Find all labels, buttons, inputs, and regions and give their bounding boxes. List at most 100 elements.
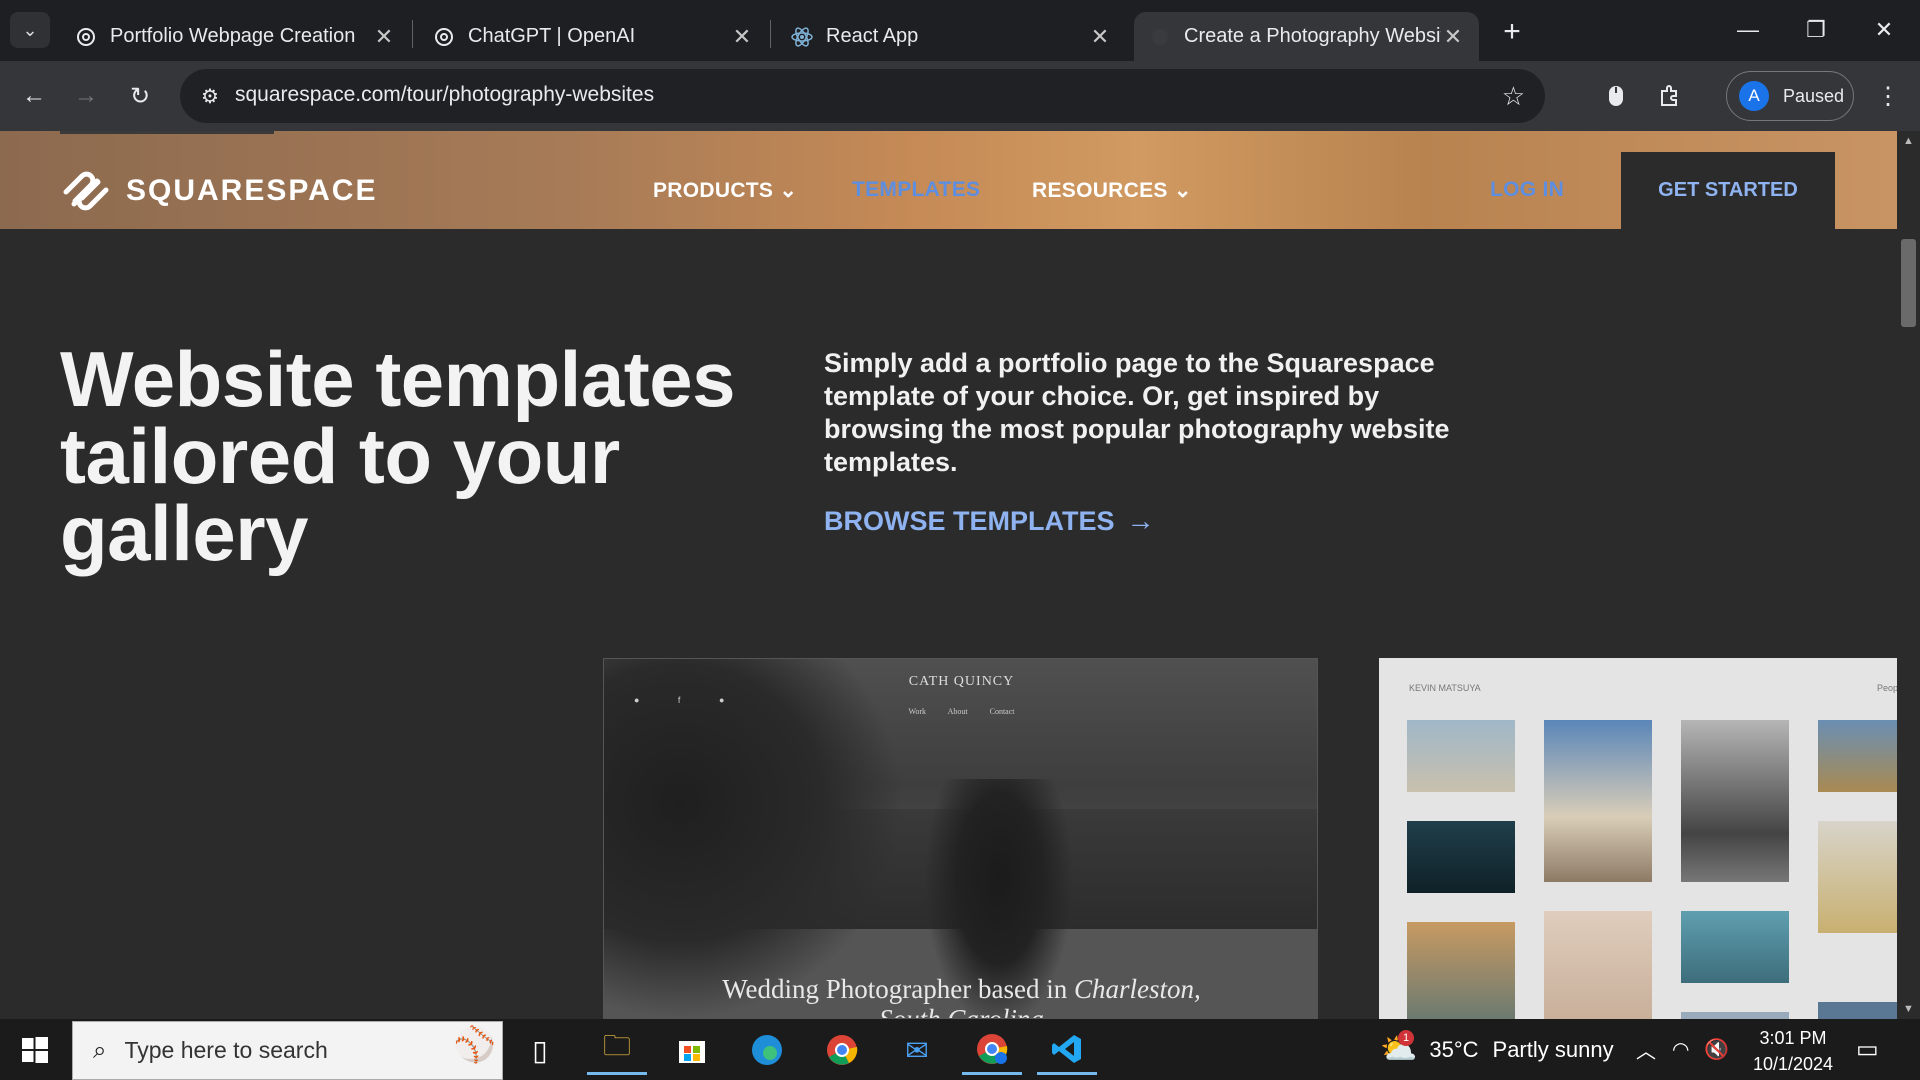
address-bar[interactable]: ⚙ squarespace.com/tour/photography-websi… xyxy=(180,69,1545,123)
restore-button[interactable]: ❐ xyxy=(1782,0,1850,60)
reload-button[interactable]: ↻ xyxy=(120,76,160,116)
template-menu: Peopl xyxy=(1877,683,1897,693)
chevron-down-icon: ⌄ xyxy=(1173,179,1192,202)
caption-line2: South Carolina xyxy=(879,1004,1044,1019)
gallery-photo xyxy=(1407,922,1515,1019)
tab-title: Create a Photography Website xyxy=(1184,25,1441,47)
browse-templates-link[interactable]: BROWSE TEMPLATES → xyxy=(824,505,1155,537)
tab-chatgpt[interactable]: ChatGPT | OpenAI ✕ xyxy=(418,12,768,61)
windows-logo-icon xyxy=(22,1036,48,1063)
logo-wordmark: SQUARESPACE xyxy=(126,174,378,207)
search-icon: ⌕ xyxy=(93,1036,107,1064)
gallery-photo xyxy=(1544,720,1652,882)
minimize-icon: — xyxy=(1737,17,1759,42)
tab-separator xyxy=(412,20,413,48)
gallery-photo xyxy=(1407,821,1515,893)
close-icon[interactable]: ✕ xyxy=(730,24,754,50)
tab-search-button[interactable]: ⌄ xyxy=(10,12,50,48)
forward-button[interactable]: → xyxy=(66,76,106,116)
tab-photography-website[interactable]: Create a Photography Website ✕ xyxy=(1134,12,1479,61)
reload-icon: ↻ xyxy=(129,82,151,110)
close-icon[interactable]: ✕ xyxy=(1441,24,1465,50)
tab-portfolio-webpage[interactable]: Portfolio Webpage Creation ✕ xyxy=(60,12,410,61)
nav-products[interactable]: PRODUCTS ⌄ xyxy=(653,178,797,203)
openai-icon xyxy=(74,25,98,49)
search-placeholder: Type here to search xyxy=(124,1037,328,1063)
scroll-up-icon[interactable]: ▲ xyxy=(1897,135,1920,147)
gallery-photo xyxy=(1681,1012,1789,1019)
taskbar-search[interactable]: ⌕ Type here to search ⚾ xyxy=(72,1021,503,1080)
tab-react-app[interactable]: React App ✕ xyxy=(776,12,1126,61)
start-button[interactable] xyxy=(0,1019,70,1080)
wifi-icon[interactable]: ◠ xyxy=(1672,1019,1689,1080)
back-button[interactable]: ← xyxy=(14,76,54,116)
scrollbar-thumb[interactable] xyxy=(1901,239,1916,327)
new-tab-button[interactable]: + xyxy=(1494,14,1530,50)
template-caption: Wedding Photographer based in Charleston… xyxy=(604,974,1317,1019)
close-icon: ✕ xyxy=(1874,17,1894,42)
mail-icon[interactable]: ✉ xyxy=(887,1025,947,1075)
login-link[interactable]: LOG IN xyxy=(1490,178,1564,202)
nav-templates[interactable]: TEMPLATES xyxy=(852,178,980,202)
gallery-photo xyxy=(1407,720,1515,792)
avatar: A xyxy=(1739,81,1769,111)
close-icon[interactable]: ✕ xyxy=(1088,24,1112,50)
template-menu: Work About Contact xyxy=(908,707,1015,716)
gallery-photo xyxy=(1544,911,1652,1019)
gallery-photo xyxy=(1681,911,1789,983)
vscode-icon[interactable] xyxy=(1037,1025,1097,1075)
bookmark-star-icon[interactable]: ☆ xyxy=(1502,81,1525,112)
tab-title: React App xyxy=(826,25,919,47)
page-scrollbar[interactable]: ▲ ▼ xyxy=(1897,131,1920,1019)
arrow-right-icon: → xyxy=(1126,505,1155,536)
template-brand: KEVIN MATSUYA xyxy=(1409,683,1481,693)
baseball-highlight-icon: ⚾ xyxy=(453,1026,496,1064)
close-window-button[interactable]: ✕ xyxy=(1850,0,1918,60)
chrome-icon[interactable] xyxy=(812,1025,872,1075)
tab-separator xyxy=(770,20,771,48)
tab-title: ChatGPT | OpenAI xyxy=(468,25,636,47)
scroll-down-icon[interactable]: ▼ xyxy=(1897,1003,1920,1015)
arrow-right-icon: → xyxy=(74,82,98,109)
system-clock[interactable]: 3:01 PM 10/1/2024 xyxy=(1738,1025,1848,1077)
squarespace-logo[interactable]: SQUARESPACE xyxy=(60,168,377,214)
hero-heading: Website templates tailored to your galle… xyxy=(60,335,735,577)
weather-sun-cloud-icon: ⛅ 1 xyxy=(1380,1030,1418,1066)
nav-resources-label: RESOURCES xyxy=(1032,179,1168,202)
minimize-button[interactable]: — xyxy=(1714,0,1782,60)
menu-kebab-icon[interactable]: ⋮ xyxy=(1868,76,1908,116)
task-view-icon[interactable]: ▯ xyxy=(510,1025,570,1075)
gallery-photo xyxy=(1681,720,1789,882)
social-icons: ● f ● xyxy=(634,695,743,705)
edge-icon[interactable] xyxy=(737,1025,797,1075)
get-started-button[interactable]: GET STARTED xyxy=(1621,152,1835,229)
close-icon[interactable]: ✕ xyxy=(372,24,396,50)
gallery-photo xyxy=(1818,821,1897,933)
microsoft-store-icon[interactable] xyxy=(662,1025,722,1075)
extensions-puzzle-icon[interactable] xyxy=(1650,76,1690,116)
profile-button[interactable]: A Paused xyxy=(1726,71,1854,121)
file-explorer-icon[interactable]: 🗀 xyxy=(587,1025,647,1075)
nav-products-label: PRODUCTS xyxy=(653,179,774,202)
gallery-photo xyxy=(1818,720,1897,792)
template-preview-kevin-matsuya[interactable]: KEVIN MATSUYA Peopl xyxy=(1379,658,1897,1019)
volume-muted-icon[interactable]: 🔇 xyxy=(1704,1019,1729,1080)
browse-templates-label: BROWSE TEMPLATES xyxy=(824,505,1115,536)
squarespace-logo-icon xyxy=(63,171,109,211)
caption-city: Charleston, xyxy=(1074,974,1201,1004)
template-preview-cath-quincy[interactable]: ● f ● CATH QUINCY Work About Contact Wed… xyxy=(603,658,1318,1019)
restore-icon: ❐ xyxy=(1806,17,1826,42)
tray-chevron-up-icon[interactable]: ︿ xyxy=(1636,1019,1656,1080)
chevron-down-icon: ⌄ xyxy=(22,19,38,40)
notifications-icon[interactable]: ▭ xyxy=(1856,1019,1879,1080)
react-icon xyxy=(790,25,814,49)
chrome-profile-icon[interactable] xyxy=(962,1025,1022,1075)
squarespace-icon xyxy=(1148,25,1172,49)
weather-widget[interactable]: ⛅ 1 35°C Partly sunny xyxy=(1380,1019,1614,1080)
nav-resources[interactable]: RESOURCES ⌄ xyxy=(1032,178,1192,203)
site-navbar: SQUARESPACE PRODUCTS ⌄ TEMPLATES RESOURC… xyxy=(0,131,1897,229)
site-info-icon[interactable]: ⚙ xyxy=(196,82,224,110)
header-divider xyxy=(60,131,274,134)
mouse-extension-icon[interactable] xyxy=(1596,76,1636,116)
clock-date: 10/1/2024 xyxy=(1752,1054,1834,1074)
